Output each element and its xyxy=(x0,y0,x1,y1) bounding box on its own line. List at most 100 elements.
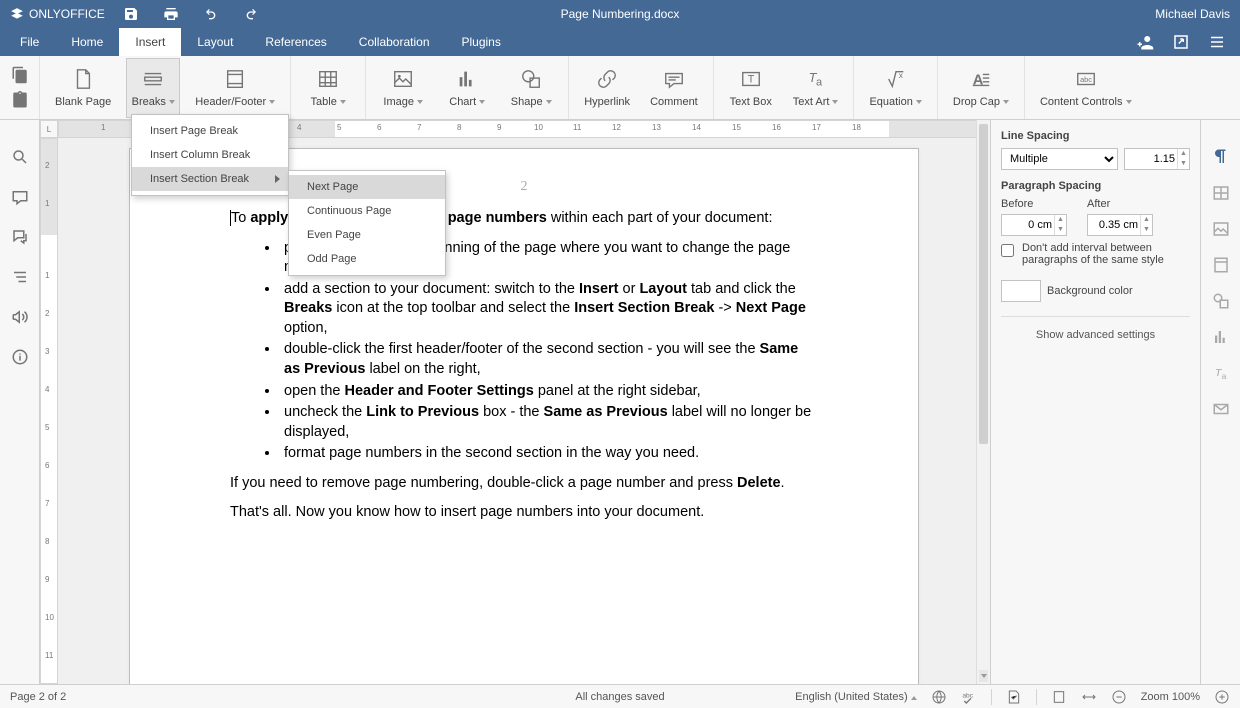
spin-down-icon[interactable]: ▼ xyxy=(1054,225,1066,235)
ribbon: Blank Page Breaks Header/Footer Table Im… xyxy=(0,56,1240,120)
paste-icon[interactable] xyxy=(11,91,29,109)
image-icon xyxy=(392,68,414,90)
text-box-icon: T xyxy=(740,68,762,90)
spacing-before[interactable]: ▲▼ xyxy=(1001,214,1067,236)
line-spacing-value[interactable]: ▲▼ xyxy=(1124,148,1190,170)
open-location-icon[interactable] xyxy=(1172,33,1190,51)
scrollbar-down-icon[interactable] xyxy=(979,670,988,682)
fit-page-icon[interactable] xyxy=(1051,689,1067,705)
blank-page-button[interactable]: Blank Page xyxy=(50,58,116,118)
navigation-icon[interactable] xyxy=(11,268,29,286)
list-item[interactable]: open the Header and Footer Settings pane… xyxy=(280,382,818,402)
status-language[interactable]: English (United States) xyxy=(795,691,917,703)
header-footer-button[interactable]: Header/Footer xyxy=(190,58,280,118)
menu-insert-section-break[interactable]: Insert Section Break xyxy=(132,167,288,191)
search-icon[interactable] xyxy=(11,148,29,166)
comments-icon[interactable] xyxy=(11,188,29,206)
chat-icon[interactable] xyxy=(11,228,29,246)
globe-icon[interactable] xyxy=(931,689,947,705)
tab-home[interactable]: Home xyxy=(55,28,119,56)
status-page[interactable]: Page 2 of 2 xyxy=(10,691,66,703)
tab-references[interactable]: References xyxy=(249,28,342,56)
left-toolbar xyxy=(0,120,40,684)
scrollbar-thumb[interactable] xyxy=(979,124,988,444)
menu-insert-column-break[interactable]: Insert Column Break xyxy=(132,143,288,167)
about-icon[interactable] xyxy=(11,348,29,366)
save-icon[interactable] xyxy=(123,6,139,22)
tab-layout[interactable]: Layout xyxy=(181,28,249,56)
menu-next-page[interactable]: Next Page xyxy=(289,175,445,199)
print-icon[interactable] xyxy=(163,6,179,22)
chart-button[interactable]: Chart xyxy=(440,58,494,118)
track-changes-icon[interactable] xyxy=(1006,689,1022,705)
list-item[interactable]: uncheck the Link to Previous box - the S… xyxy=(280,403,818,442)
drop-cap-icon: A xyxy=(970,68,992,90)
list-item[interactable]: double-click the first header/footer of … xyxy=(280,340,818,379)
add-user-icon[interactable] xyxy=(1136,33,1154,51)
text-box-button[interactable]: T Text Box xyxy=(724,58,778,118)
comment-button[interactable]: Comment xyxy=(645,58,703,118)
tab-plugins[interactable]: Plugins xyxy=(446,28,517,56)
breaks-button[interactable]: Breaks xyxy=(126,58,180,118)
section-break-submenu: Next Page Continuous Page Even Page Odd … xyxy=(288,170,446,276)
redo-icon[interactable] xyxy=(243,6,259,22)
copy-icon[interactable] xyxy=(11,66,29,84)
menu-odd-page[interactable]: Odd Page xyxy=(289,247,445,271)
paragraph[interactable]: If you need to remove page numbering, do… xyxy=(230,474,818,494)
bg-color-swatch[interactable] xyxy=(1001,280,1041,302)
svg-text:x: x xyxy=(898,71,903,80)
shape-button[interactable]: Shape xyxy=(504,58,558,118)
table-button[interactable]: Table xyxy=(301,58,355,118)
equation-button[interactable]: x Equation xyxy=(864,58,926,118)
list-item[interactable]: format page numbers in the second sectio… xyxy=(280,444,818,464)
zoom-in-icon[interactable] xyxy=(1214,689,1230,705)
hyperlink-button[interactable]: Hyperlink xyxy=(579,58,635,118)
user-name[interactable]: Michael Davis xyxy=(1155,7,1230,21)
text-art-button[interactable]: Ta Text Art xyxy=(788,58,844,118)
menu-continuous-page[interactable]: Continuous Page xyxy=(289,199,445,223)
menu-insert-page-break[interactable]: Insert Page Break xyxy=(132,119,288,143)
paragraph-settings-icon[interactable] xyxy=(1212,148,1230,166)
mail-merge-icon[interactable] xyxy=(1212,400,1230,418)
tab-file[interactable]: File xyxy=(4,28,55,56)
document-canvas[interactable]: 2 To apply different formatting to page … xyxy=(58,138,990,684)
status-zoom[interactable]: Zoom 100% xyxy=(1141,691,1200,703)
advanced-settings-link[interactable]: Show advanced settings xyxy=(1001,316,1190,341)
vertical-ruler[interactable]: 2 1 1 2 3 4 5 6 7 8 9 10 11 xyxy=(40,138,58,684)
chart-settings-icon[interactable] xyxy=(1212,328,1230,346)
line-spacing-title: Line Spacing xyxy=(1001,130,1190,142)
vertical-scrollbar[interactable] xyxy=(976,120,990,684)
spin-up-icon[interactable]: ▲ xyxy=(1054,215,1066,225)
tab-insert[interactable]: Insert xyxy=(119,28,181,56)
zoom-out-icon[interactable] xyxy=(1111,689,1127,705)
titlebar: ONLYOFFICE Page Numbering.docx Michael D… xyxy=(0,0,1240,28)
ruler-corner[interactable]: L xyxy=(40,120,58,138)
spacing-after[interactable]: ▲▼ xyxy=(1087,214,1153,236)
spin-down-icon[interactable]: ▼ xyxy=(1177,159,1189,169)
svg-text:a: a xyxy=(816,76,823,88)
text-art-settings-icon[interactable]: Ta xyxy=(1212,364,1230,382)
fit-width-icon[interactable] xyxy=(1081,689,1097,705)
list-item[interactable]: add a section to your document: switch t… xyxy=(280,280,818,339)
paragraph[interactable]: That's all. Now you know how to insert p… xyxy=(230,503,818,523)
undo-icon[interactable] xyxy=(203,6,219,22)
no-interval-checkbox[interactable] xyxy=(1001,244,1014,257)
menu-even-page[interactable]: Even Page xyxy=(289,223,445,247)
spin-down-icon[interactable]: ▼ xyxy=(1140,225,1152,235)
table-settings-icon[interactable] xyxy=(1212,184,1230,202)
chevron-right-icon xyxy=(275,175,280,183)
drop-cap-button[interactable]: A Drop Cap xyxy=(948,58,1014,118)
before-label: Before xyxy=(1001,198,1067,210)
shape-settings-icon[interactable] xyxy=(1212,292,1230,310)
content-controls-button[interactable]: abc Content Controls xyxy=(1035,58,1137,118)
spin-up-icon[interactable]: ▲ xyxy=(1140,215,1152,225)
header-footer-settings-icon[interactable] xyxy=(1212,256,1230,274)
image-settings-icon[interactable] xyxy=(1212,220,1230,238)
image-button[interactable]: Image xyxy=(376,58,430,118)
hamburger-icon[interactable] xyxy=(1208,33,1226,51)
tab-collaboration[interactable]: Collaboration xyxy=(343,28,446,56)
spin-up-icon[interactable]: ▲ xyxy=(1177,149,1189,159)
spellcheck-icon[interactable]: abc xyxy=(961,689,977,705)
feedback-icon[interactable] xyxy=(11,308,29,326)
line-spacing-mode[interactable]: Multiple xyxy=(1001,148,1118,170)
